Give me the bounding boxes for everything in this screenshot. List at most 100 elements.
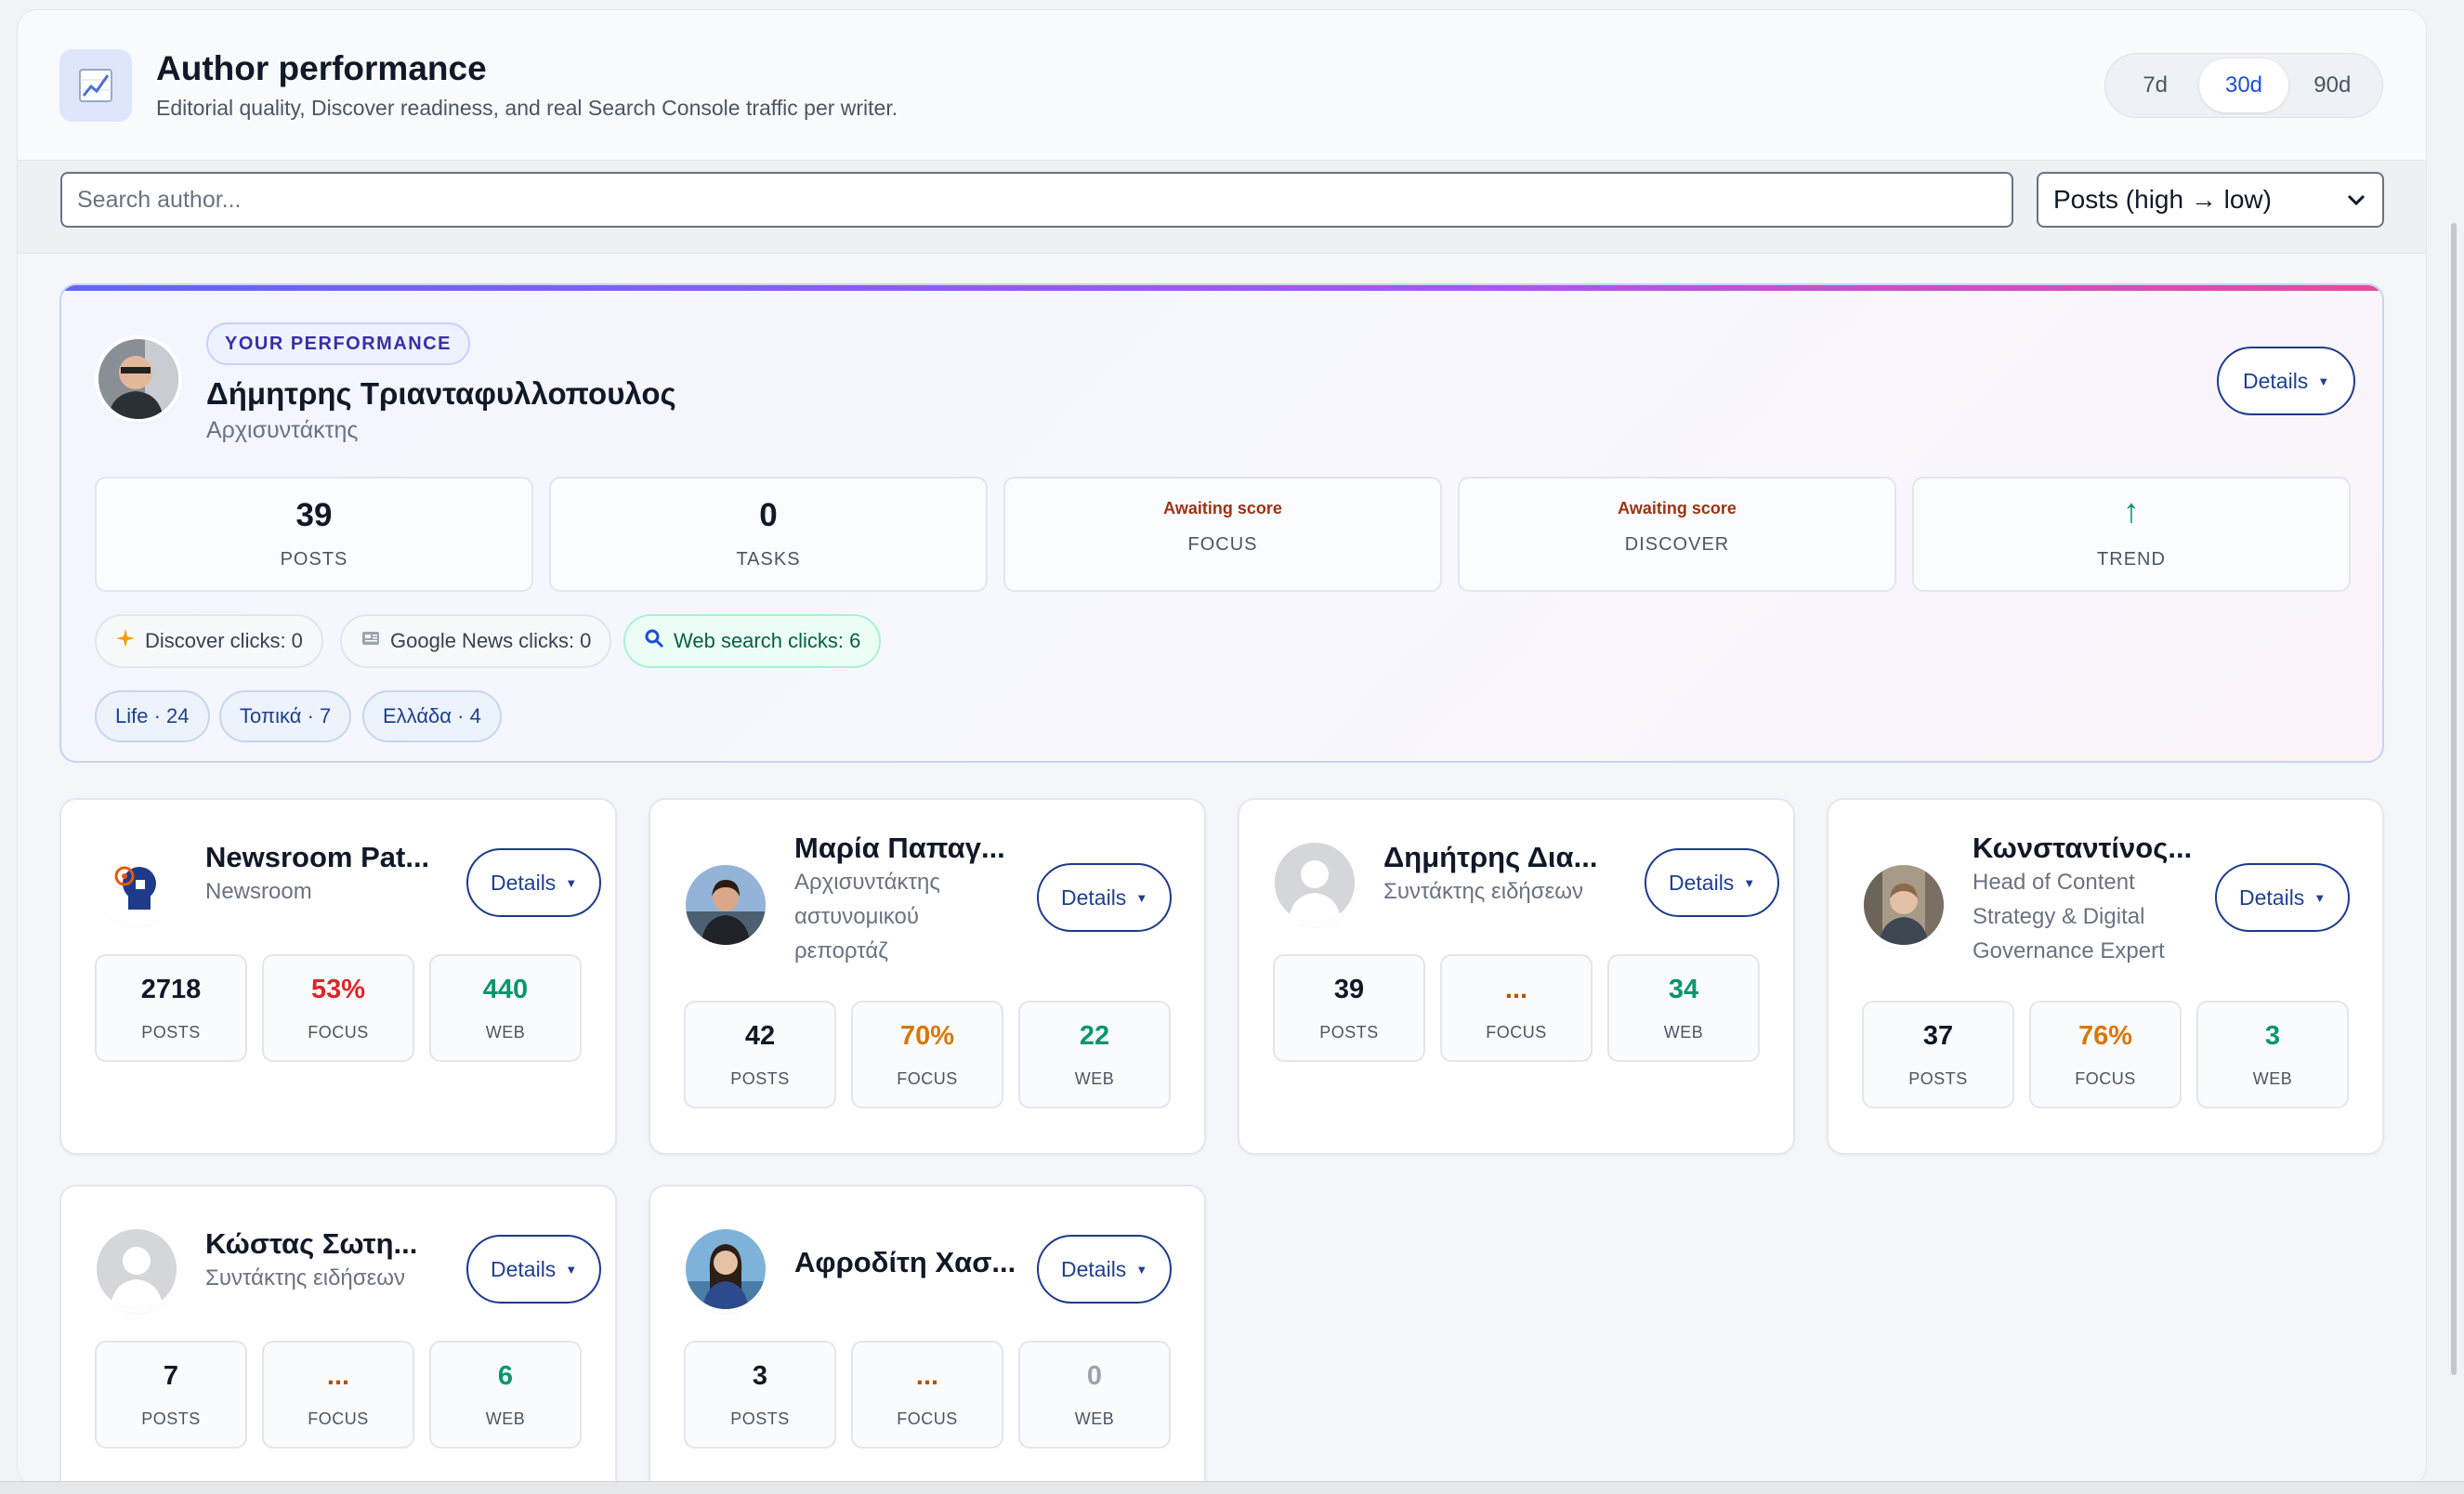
stat-discover: Awaiting score DISCOVER: [1458, 477, 1896, 592]
stat-label: POSTS: [1319, 1023, 1379, 1042]
avatar: [686, 1229, 766, 1309]
author-role: Συντάκτης ειδήσεων: [1383, 879, 1584, 904]
search-author-input[interactable]: [60, 172, 2013, 228]
author-performance-panel: Author performance Editorial quality, Di…: [17, 9, 2427, 1487]
caret-down-icon: ▼: [2313, 890, 2326, 905]
author-role: Συντάκτης ειδήσεων: [205, 1265, 406, 1291]
discover-clicks-chip: Discover clicks: 0: [95, 614, 323, 668]
details-button[interactable]: Details ▼: [1037, 863, 1173, 932]
chart-line-icon: [59, 49, 132, 122]
author-name: Κώστας Σωτη...: [205, 1227, 418, 1260]
stat-label: FOCUS: [308, 1409, 369, 1428]
sort-select-value: Posts (high → low): [2053, 185, 2272, 214]
range-7d-button[interactable]: 7d: [2111, 59, 2199, 112]
stat-label: TREND: [2097, 549, 2166, 570]
category-tag[interactable]: Ελλάδα · 4: [362, 690, 502, 742]
author-name: Μαρία Παπαγ...: [794, 832, 1005, 864]
sort-select[interactable]: Posts (high → low): [2037, 172, 2384, 228]
chip-label: Web search clicks: 6: [674, 629, 861, 652]
avatar: [1275, 843, 1355, 923]
stat-value: 2718: [140, 975, 202, 1004]
avatar: [1864, 865, 1944, 945]
stat-focus: ... FOCUS: [262, 1341, 414, 1448]
author-card: Δημήτρης Δια... Συντάκτης ειδήσεων Detai…: [1238, 798, 1795, 1155]
stat-label: WEB: [1074, 1069, 1115, 1088]
stat-label: DISCOVER: [1624, 534, 1730, 555]
details-button[interactable]: Details ▼: [2215, 863, 2351, 932]
details-button[interactable]: Details ▼: [466, 848, 602, 917]
avatar: [97, 1229, 177, 1309]
stat-value: 76%: [2077, 1021, 2133, 1051]
stat-posts: 3 POSTS: [684, 1341, 836, 1448]
category-tag[interactable]: Τοπικά · 7: [219, 690, 352, 742]
stat-label: WEB: [1074, 1409, 1115, 1428]
stat-label: WEB: [485, 1409, 526, 1428]
stat-value: 3: [2264, 1021, 2281, 1051]
sparkles-icon: [115, 628, 136, 654]
stat-status: Awaiting score: [1163, 499, 1282, 518]
page-subtitle: Editorial quality, Discover readiness, a…: [156, 96, 898, 120]
google-news-clicks-chip: Google News clicks: 0: [340, 614, 612, 668]
author-name: Κωνσταντίνος...: [1973, 832, 2193, 864]
stat-posts: 37 POSTS: [1862, 1001, 2014, 1108]
stat-value: 34: [1668, 975, 1699, 1004]
vertical-scrollbar[interactable]: [2451, 223, 2457, 1375]
details-button[interactable]: Details ▼: [1645, 848, 1780, 917]
your-performance-badge: YOUR PERFORMANCE: [206, 322, 471, 365]
stat-label: POSTS: [730, 1409, 790, 1428]
author-card: Μαρία Παπαγ... Αρχισυντάκτης αστυνομικού…: [649, 798, 1206, 1155]
author-role: Newsroom: [205, 879, 312, 904]
stat-value: 0: [759, 497, 778, 533]
stat-label: FOCUS: [897, 1069, 958, 1088]
author-card: Κώστας Σωτη... Συντάκτης ειδήσεων Detail…: [59, 1185, 617, 1486]
stat-label: FOCUS: [308, 1023, 369, 1042]
details-button[interactable]: Details ▼: [1037, 1235, 1173, 1304]
accent-bar: [61, 285, 2382, 291]
window-bottom-edge: [0, 1481, 2464, 1494]
stat-label: FOCUS: [2075, 1069, 2136, 1088]
details-button-label: Details: [1061, 1256, 1127, 1281]
page-title: Author performance: [156, 49, 487, 87]
stat-value: ...: [915, 1361, 939, 1391]
stat-label: TASKS: [736, 549, 801, 570]
author-name: Δημήτρης Δια...: [1383, 841, 1598, 873]
stat-value: 37: [1922, 1021, 1954, 1051]
stat-value: 0: [1086, 1361, 1103, 1391]
stat-web: 0 WEB: [1018, 1341, 1171, 1448]
author-card: Κωνσταντίνος... Head of Content Strategy…: [1827, 798, 2384, 1155]
details-button-label: Details: [491, 1256, 557, 1281]
caret-down-icon: ▼: [1135, 890, 1148, 905]
stat-label: WEB: [2252, 1069, 2293, 1088]
details-button[interactable]: Details ▼: [2217, 347, 2356, 415]
stat-posts: 2718 POSTS: [95, 954, 247, 1062]
stat-focus: Awaiting score FOCUS: [1003, 477, 1442, 592]
details-button-label: Details: [491, 870, 557, 895]
stat-value: 70%: [899, 1021, 955, 1051]
stat-web: 22 WEB: [1018, 1001, 1171, 1108]
stat-focus: 53% FOCUS: [262, 954, 414, 1062]
stat-web: 440 WEB: [429, 954, 582, 1062]
stat-web: 34 WEB: [1607, 954, 1760, 1062]
stat-label: POSTS: [1908, 1069, 1968, 1088]
range-30d-button[interactable]: 30d: [2199, 59, 2288, 112]
chip-label: Google News clicks: 0: [390, 629, 592, 652]
caret-down-icon: ▼: [1743, 875, 1756, 890]
chip-label: Discover clicks: 0: [145, 629, 303, 652]
author-name: Αφροδίτη Χασ...: [794, 1246, 1016, 1278]
details-button[interactable]: Details ▼: [466, 1235, 602, 1304]
stat-label: POSTS: [141, 1409, 201, 1428]
stat-value: 6: [497, 1361, 514, 1391]
filter-toolbar: Posts (high → low): [18, 161, 2426, 254]
author-role: Head of Content Strategy & Digital Gover…: [1973, 870, 2165, 963]
newspaper-icon: [360, 628, 381, 654]
stat-value: 22: [1079, 1021, 1110, 1051]
page-header: Author performance Editorial quality, Di…: [18, 10, 2426, 161]
category-tag[interactable]: Life · 24: [95, 690, 210, 742]
stat-web: 6 WEB: [429, 1341, 582, 1448]
range-90d-button[interactable]: 90d: [2288, 59, 2377, 112]
caret-down-icon: ▼: [565, 875, 578, 890]
author-name: Newsroom Pat...: [205, 841, 430, 873]
stat-label: FOCUS: [897, 1409, 958, 1428]
stat-value: 3: [752, 1361, 768, 1391]
stat-posts: 42 POSTS: [684, 1001, 836, 1108]
